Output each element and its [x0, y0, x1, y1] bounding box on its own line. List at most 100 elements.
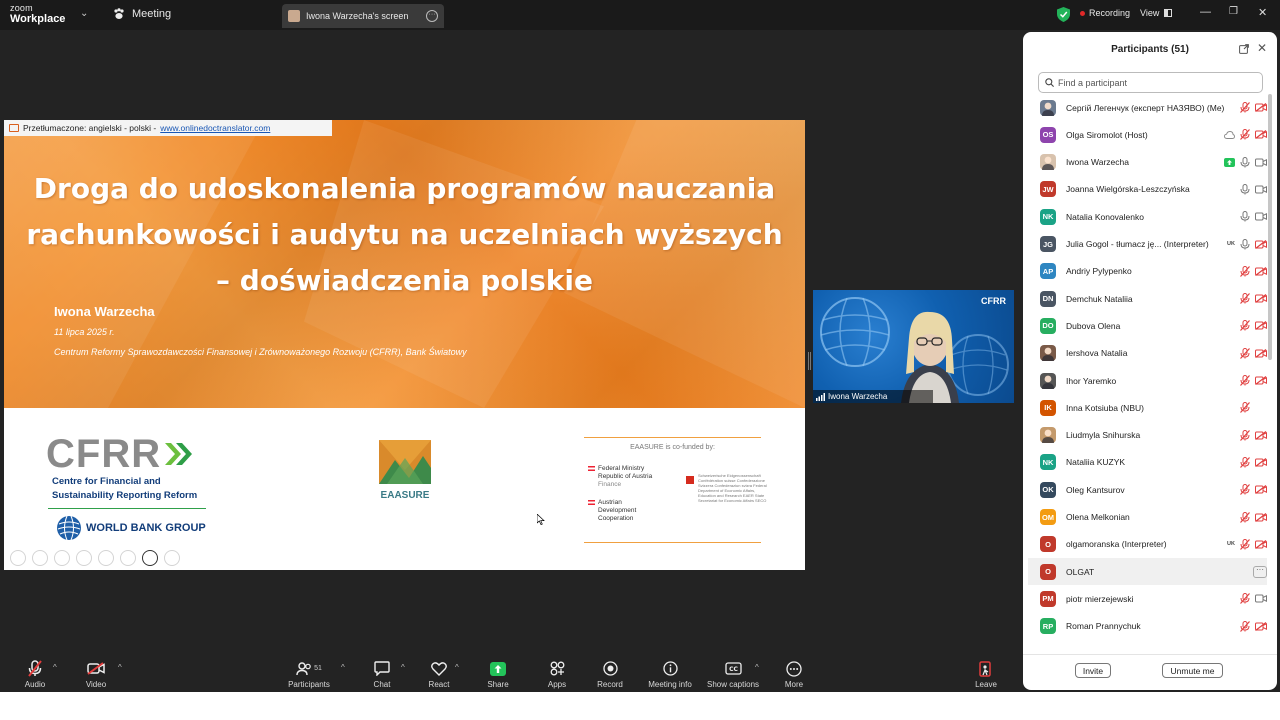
pop-out-icon[interactable]: [1239, 44, 1249, 54]
austria-ministry-line1: Federal Ministry: [598, 465, 645, 472]
resize-handle[interactable]: [808, 352, 811, 370]
unmute-me-button[interactable]: Unmute me: [1162, 663, 1223, 678]
participant-row[interactable]: OK Oleg Kantsurov: [1028, 476, 1267, 503]
participant-row[interactable]: Ihor Yaremko: [1028, 367, 1267, 394]
apps-button[interactable]: Apps: [530, 660, 584, 689]
chevron-down-icon[interactable]: ⌄: [80, 8, 88, 19]
eaasure-mark-icon: [379, 440, 431, 484]
more-options-button[interactable]: ···: [1253, 565, 1267, 578]
more-options-icon[interactable]: ···: [426, 10, 438, 22]
participant-row[interactable]: NK Nataliia KUZYK: [1028, 449, 1267, 476]
svg-text:CC: CC: [729, 666, 738, 673]
participant-row[interactable]: Сергій Легенчук (експерт НАЗЯВО) (Me): [1028, 94, 1267, 121]
record-button[interactable]: Record: [583, 660, 637, 689]
participant-row[interactable]: DO Dubova Olena: [1028, 312, 1267, 339]
austria-flag-icon: [588, 499, 595, 505]
participant-name: Liudmyla Snihurska: [1066, 430, 1141, 441]
cloud-icon: [1224, 130, 1235, 139]
shared-screen[interactable]: Przetłumaczone: angielski - polski - www…: [4, 120, 805, 570]
panel-footer: Invite Unmute me: [1023, 654, 1277, 690]
invite-button[interactable]: Invite: [1075, 663, 1111, 678]
view-button[interactable]: View: [1140, 8, 1173, 18]
participant-row[interactable]: RP Roman Prannychuk: [1028, 613, 1267, 640]
eaasure-logo: EAASURE: [378, 440, 432, 501]
slide-author: Iwona Warzecha: [54, 304, 155, 319]
captions-button[interactable]: CC Show captions: [706, 660, 760, 689]
video-tile[interactable]: CFRR Iwona Warzecha: [813, 290, 1014, 403]
zoom-icon[interactable]: [98, 550, 114, 566]
chevron-up-icon[interactable]: ^: [755, 663, 759, 672]
participant-row[interactable]: OS Olga Siromolot (Host): [1028, 121, 1267, 148]
participant-row[interactable]: Liudmyla Snihurska: [1028, 422, 1267, 449]
brand-bottom: Workplace: [10, 13, 66, 25]
tab-shared-screen[interactable]: Iwona Warzecha's screen ···: [282, 4, 444, 28]
participant-row[interactable]: Iwona Warzecha: [1028, 149, 1267, 176]
meeting-info-button[interactable]: Meeting info: [643, 660, 697, 689]
participant-status: [1240, 102, 1267, 113]
close-window-icon[interactable]: ✕: [1258, 6, 1267, 19]
participant-row[interactable]: NK Natalia Konovalenko: [1028, 203, 1267, 230]
slides-icon[interactable]: [120, 550, 136, 566]
participant-status: [1240, 265, 1267, 277]
mic-muted-icon: [1240, 538, 1250, 550]
camera-icon[interactable]: [142, 550, 158, 566]
shield-icon[interactable]: [1057, 7, 1070, 22]
participant-row[interactable]: IK Inna Kotsiuba (NBU): [1028, 394, 1267, 421]
eaasure-text: EAASURE: [380, 490, 430, 501]
video-label: Video: [85, 680, 107, 689]
tab-meeting[interactable]: Meeting: [112, 7, 171, 21]
participant-list[interactable]: Сергій Легенчук (експерт НАЗЯВО) (Me) OS O…: [1023, 94, 1269, 648]
leave-button[interactable]: Leave: [959, 660, 1013, 689]
participant-row[interactable]: Iershova Natalia: [1028, 340, 1267, 367]
copy-icon[interactable]: [76, 550, 92, 566]
paw-icon: [114, 8, 124, 19]
mic-muted-icon: [1240, 347, 1250, 359]
search-icon: [1045, 78, 1054, 87]
participant-row[interactable]: DN Demchuk Nataliia: [1028, 285, 1267, 312]
participant-search[interactable]: [1038, 72, 1263, 93]
participant-name: Ihor Yaremko: [1066, 375, 1117, 386]
zoom-logo[interactable]: zoom Workplace: [10, 3, 65, 25]
chevron-up-icon[interactable]: ^: [341, 663, 345, 672]
avatar: [1040, 99, 1056, 116]
next-slide-icon[interactable]: [32, 550, 48, 566]
mic-muted-icon: [1240, 293, 1250, 304]
participant-row[interactable]: Oolgamoranska (Interpreter) UK: [1028, 531, 1267, 558]
participant-name: OLGAT: [1066, 566, 1095, 577]
video-button[interactable]: Video: [69, 660, 123, 689]
participant-name: Olga Siromolot (Host): [1066, 129, 1148, 140]
search-input[interactable]: [1058, 77, 1248, 88]
share-button[interactable]: Share: [471, 660, 525, 689]
mic-muted-icon: [1240, 484, 1250, 496]
recording-indicator[interactable]: Recording: [1080, 8, 1130, 18]
participant-row[interactable]: JW Joanna Wielgórska-Leszczyńska: [1028, 176, 1267, 203]
more-button[interactable]: More: [767, 660, 821, 689]
austria-adc-line2: Development: [598, 507, 637, 514]
participant-row[interactable]: PM piotr mierzejewski: [1028, 585, 1267, 612]
chevron-up-icon[interactable]: ^: [401, 663, 405, 672]
austria-ministry-line3: Finance: [598, 481, 622, 488]
chevron-up-icon[interactable]: ^: [118, 663, 122, 672]
globe-icon: [820, 297, 1009, 403]
avatar: [1040, 427, 1056, 444]
pen-icon[interactable]: [54, 550, 70, 566]
close-icon[interactable]: ✕: [1257, 41, 1267, 55]
avatar: [1040, 372, 1056, 389]
prev-slide-icon[interactable]: [10, 550, 26, 566]
participants-button[interactable]: 51 Participants: [282, 660, 336, 689]
minimize-icon[interactable]: —: [1200, 6, 1211, 18]
meeting-info-label: Meeting info: [648, 680, 692, 689]
restore-icon[interactable]: ❐: [1229, 6, 1238, 17]
participant-row[interactable]: JG Julia Gogol - tłumacz ję... (Interpret…: [1028, 231, 1267, 258]
scrollbar[interactable]: [1268, 94, 1272, 360]
camera-off-icon: [1255, 621, 1267, 631]
participant-row[interactable]: OM Olena Melkonian: [1028, 504, 1267, 531]
more-icon[interactable]: [164, 550, 180, 566]
chevron-up-icon[interactable]: ^: [53, 663, 57, 672]
participant-row[interactable]: AP Andriy Pylypenko: [1028, 258, 1267, 285]
chat-icon: [374, 661, 390, 676]
participant-row[interactable]: O OLGAT ···: [1028, 558, 1267, 586]
translation-link[interactable]: www.onlinedoctranslator.com: [160, 123, 270, 133]
chevron-up-icon[interactable]: ^: [455, 663, 459, 672]
signal-icon: [816, 392, 825, 401]
